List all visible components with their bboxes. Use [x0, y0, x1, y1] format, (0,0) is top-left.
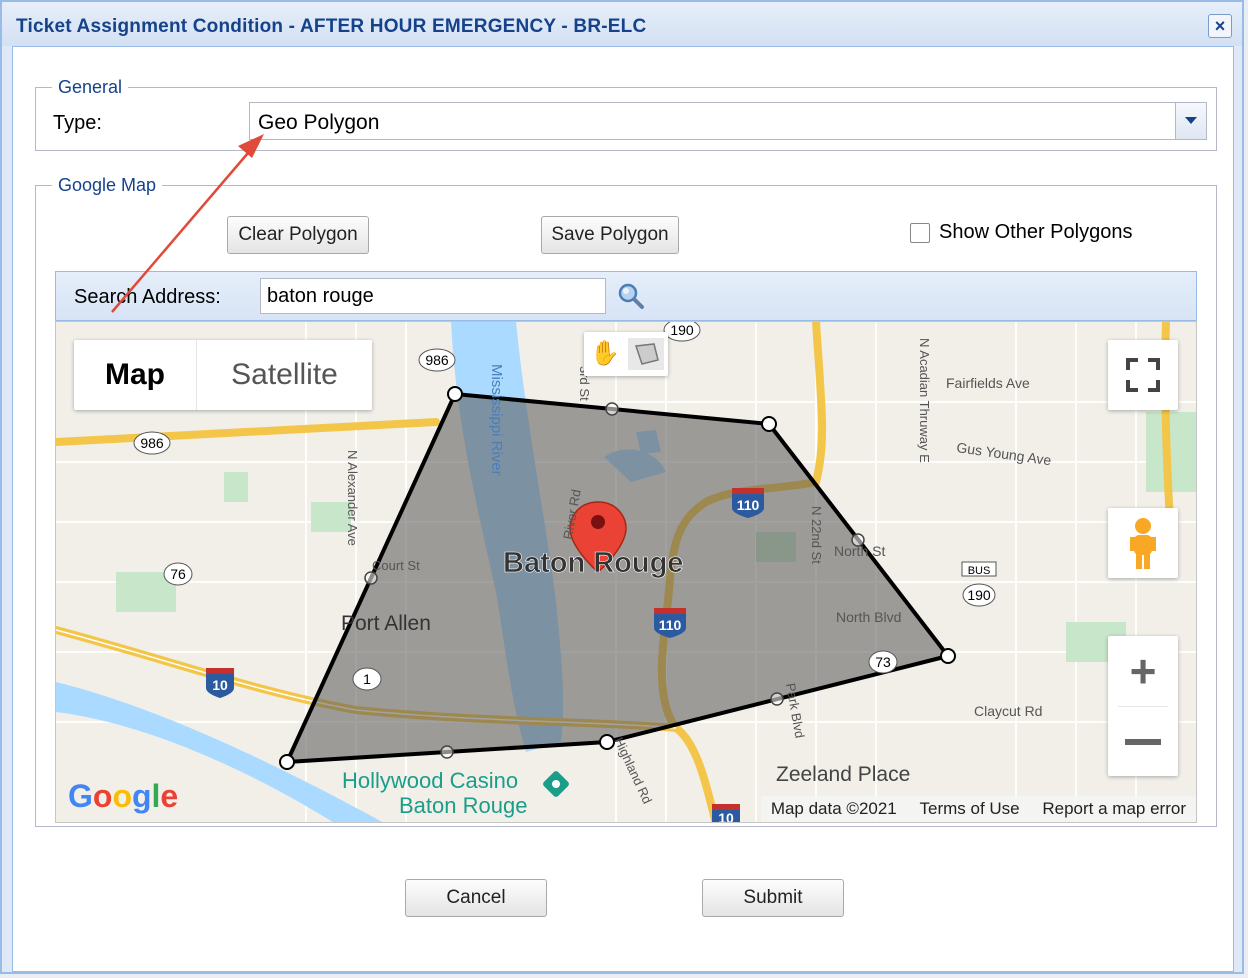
- dialog-window: Ticket Assignment Condition - AFTER HOUR…: [0, 0, 1244, 974]
- annotation-arrow: [111, 134, 264, 313]
